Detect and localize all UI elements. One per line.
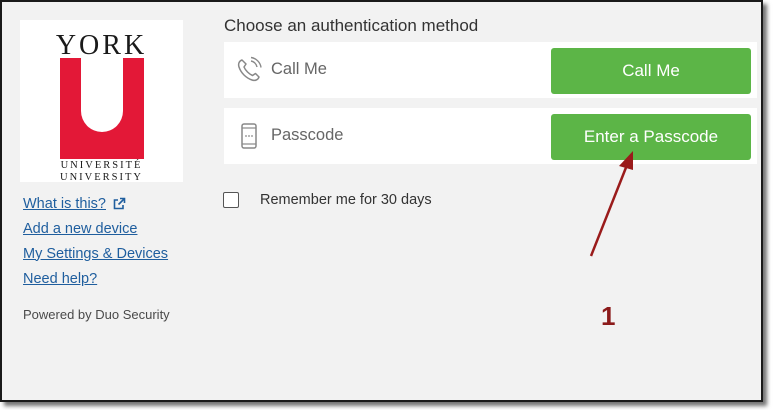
york-university-logo: YORK UNIVERSITÉ UNIVERSITY: [20, 20, 183, 183]
mobile-device-icon: [241, 123, 257, 149]
external-link-icon: [113, 197, 126, 209]
logo-universite-text: UNIVERSITÉ: [60, 160, 143, 171]
logo-university-text: UNIVERSITY: [60, 172, 143, 183]
annotation-number: 1: [601, 301, 616, 331]
need-help-link[interactable]: Need help?: [23, 266, 168, 291]
page-title: Choose an authentication method: [224, 16, 479, 35]
what-is-this-label: What is this?: [23, 195, 106, 212]
call-me-label: Call Me: [271, 60, 327, 78]
my-settings-devices-link[interactable]: My Settings & Devices: [23, 241, 168, 266]
remember-me-label: Remember me for 30 days: [260, 192, 432, 208]
sidebar-links: What is this? Add a new device My Settin…: [23, 191, 168, 291]
add-new-device-link[interactable]: Add a new device: [23, 216, 168, 241]
phone-call-icon: [237, 56, 262, 82]
what-is-this-link[interactable]: What is this?: [23, 191, 168, 216]
logo-u-mark: [60, 58, 144, 159]
method-row-call-me: Call Me Call Me: [224, 42, 757, 98]
powered-by-text: Powered by Duo Security: [23, 307, 170, 322]
passcode-label: Passcode: [271, 126, 344, 144]
remember-me-row: Remember me for 30 days: [223, 192, 432, 208]
method-row-passcode: Passcode Enter a Passcode: [224, 108, 757, 164]
duo-prompt-frame: YORK UNIVERSITÉ UNIVERSITY What is this?…: [0, 0, 763, 402]
remember-me-checkbox[interactable]: [223, 192, 239, 208]
enter-passcode-button[interactable]: Enter a Passcode: [551, 114, 751, 160]
call-me-button[interactable]: Call Me: [551, 48, 751, 94]
